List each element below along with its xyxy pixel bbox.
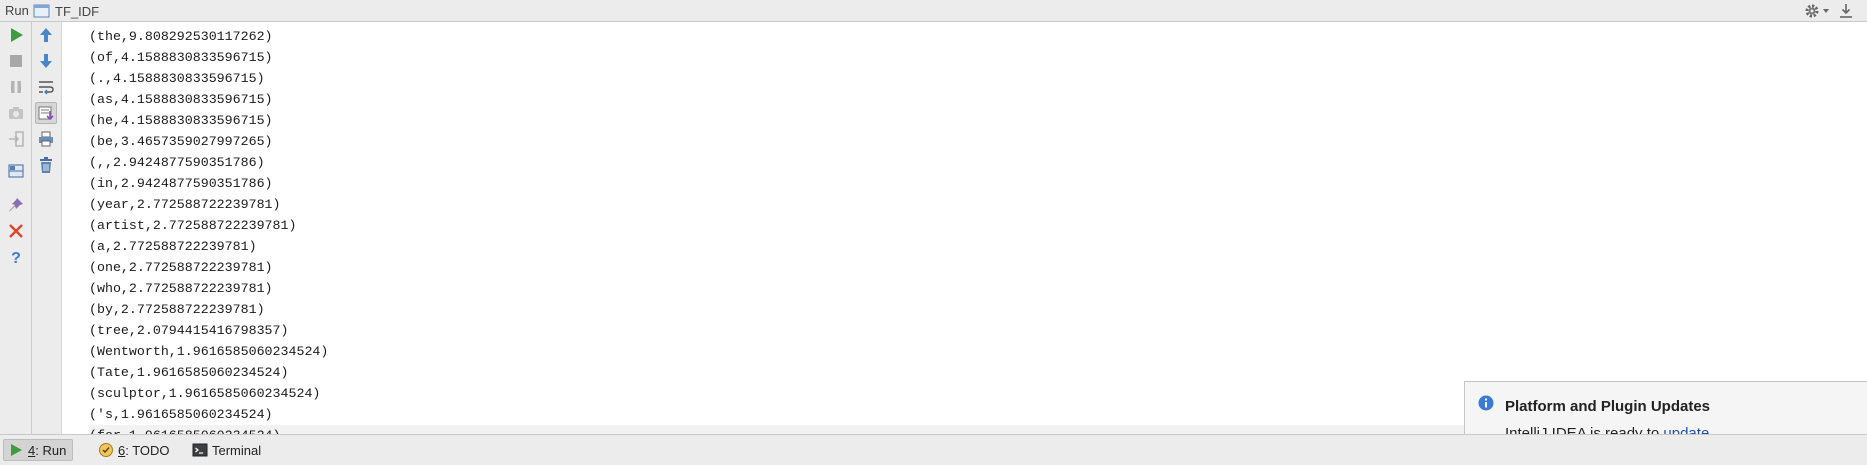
scroll-to-end-button[interactable] — [35, 102, 57, 124]
restore-layout-button[interactable] — [5, 160, 27, 182]
pause-button[interactable] — [5, 76, 27, 98]
console-line: (one,2.772588722239781) — [89, 260, 273, 275]
run-tab-label: : Run — [35, 442, 67, 458]
console-line: (a,2.772588722239781) — [89, 239, 257, 254]
terminal-icon — [192, 443, 208, 457]
console-line: (by,2.772588722239781) — [89, 302, 265, 317]
exit-icon — [9, 131, 24, 147]
close-icon — [9, 224, 23, 238]
run-tool-window-header: Run TF_IDF — [0, 0, 1867, 22]
rerun-button[interactable] — [5, 24, 27, 46]
run-window-label: Run — [5, 3, 29, 18]
run-tab-mnemonic: 4 — [28, 442, 36, 458]
info-icon — [1478, 395, 1494, 411]
console-line: (he,4.1588830833596715) — [89, 113, 273, 128]
dump-threads-icon — [9, 107, 23, 119]
todo-tab-mnemonic: 6 — [118, 442, 126, 458]
todo-icon — [99, 443, 113, 457]
hide-panel-icon[interactable] — [1837, 2, 1855, 20]
clear-all-button[interactable] — [35, 154, 57, 176]
console-line: (as,4.1588830833596715) — [89, 92, 273, 107]
print-icon — [39, 131, 53, 147]
tool-window-bar: 4: Run 6: TODO Terminal — [0, 434, 1867, 465]
console-line: (year,2.772588722239781) — [89, 197, 281, 212]
console-line: (Wentworth,1.9616585060234524) — [89, 344, 329, 359]
gear-dropdown-icon[interactable] — [1823, 9, 1829, 13]
help-button[interactable]: ? — [5, 246, 27, 268]
notification-title: Platform and Plugin Updates — [1505, 398, 1711, 415]
console-line: (who,2.772588722239781) — [89, 281, 273, 296]
tab-tf-idf[interactable]: TF_IDF — [33, 1, 99, 21]
terminal-tab-label: Terminal — [212, 442, 262, 458]
pin-tab-button[interactable] — [5, 194, 27, 216]
clear-all-icon — [40, 157, 52, 173]
gear-icon[interactable] — [1803, 2, 1821, 20]
console-line: (of,4.1588830833596715) — [89, 50, 273, 65]
next-occurrence-button[interactable] — [35, 50, 57, 72]
up-arrow-icon — [40, 28, 52, 42]
stop-button[interactable] — [5, 50, 27, 72]
pin-icon — [9, 198, 23, 212]
console-line: (be,3.4657359027997265) — [89, 134, 273, 149]
help-icon: ? — [11, 250, 21, 266]
run-icon — [11, 28, 23, 42]
print-button[interactable] — [35, 128, 57, 150]
exit-button[interactable] — [5, 128, 27, 150]
svg-text:?: ? — [11, 250, 21, 266]
run-icon — [11, 444, 22, 456]
soft-wrap-icon — [39, 81, 54, 95]
tab-todo[interactable]: 6: TODO — [98, 439, 170, 461]
tab-label: TF_IDF — [55, 3, 100, 19]
down-arrow-icon — [40, 54, 52, 68]
run-actions-toolbar: ? — [0, 22, 32, 434]
console-line: (Tate,1.9616585060234524) — [89, 365, 289, 380]
console-line: (tree,2.0794415416798357) — [89, 323, 289, 338]
console-line: (artist,2.772588722239781) — [89, 218, 297, 233]
layout-icon — [8, 164, 24, 178]
console-line: (the,9.808292530117262) — [89, 29, 273, 44]
tab-terminal[interactable]: Terminal — [192, 439, 261, 461]
dump-threads-button[interactable] — [5, 102, 27, 124]
console-actions-toolbar — [32, 22, 62, 434]
todo-tab-label: : TODO — [125, 442, 170, 458]
console-output[interactable]: (the,9.808292530117262) (of,4.15888308335… — [62, 22, 1867, 434]
console-line: (in,2.9424877590351786) — [89, 176, 273, 191]
scroll-to-end-icon — [38, 106, 54, 121]
tab-run[interactable]: 4: Run — [3, 439, 74, 461]
console-line: (.,4.1588830833596715) — [89, 71, 265, 86]
stop-icon — [10, 55, 22, 67]
previous-occurrence-button[interactable] — [35, 24, 57, 46]
console-line: (,,2.9424877590351786) — [89, 155, 265, 170]
console-text: (the,9.808292530117262) (of,4.15888308335… — [62, 22, 1867, 434]
close-button[interactable] — [5, 220, 27, 242]
pause-icon — [11, 81, 21, 93]
application-icon — [33, 4, 50, 18]
soft-wrap-button[interactable] — [35, 76, 57, 98]
